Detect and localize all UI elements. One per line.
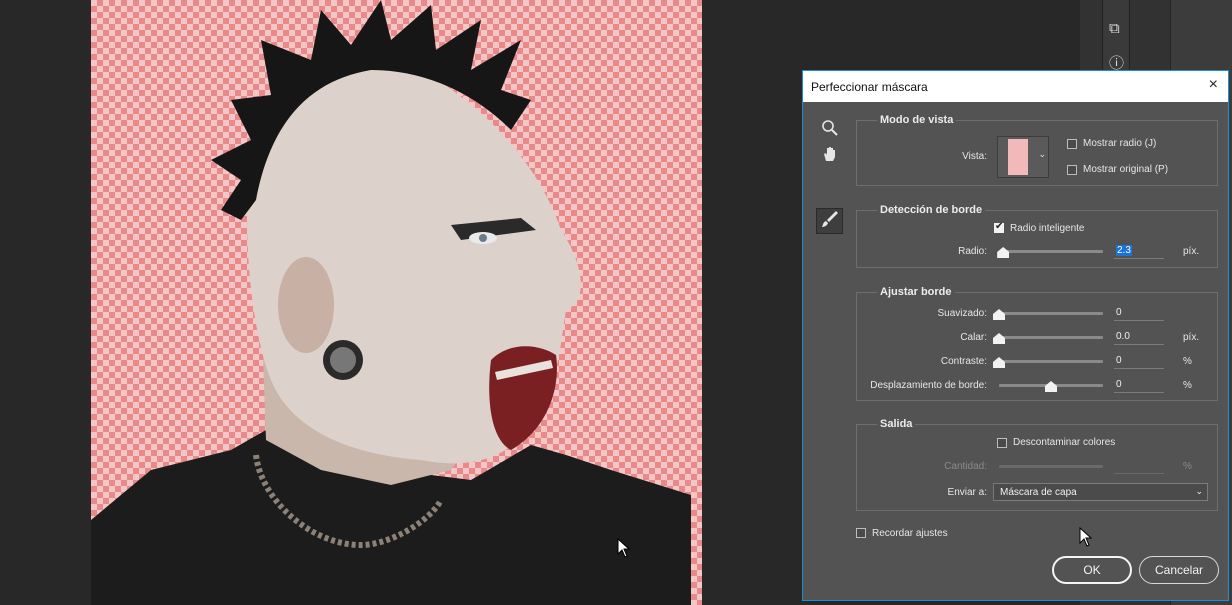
amount-unit: % <box>1183 461 1192 472</box>
decontaminate-label[interactable]: Descontaminar colores <box>1013 437 1115 448</box>
contrast-label: Contraste: <box>940 356 987 367</box>
remember-settings-checkbox[interactable] <box>856 528 866 538</box>
dialog-title: Perfeccionar máscara <box>811 79 928 94</box>
shift-edge-input[interactable]: 0 <box>1114 377 1164 393</box>
amount-input <box>1114 458 1164 474</box>
show-radius-label[interactable]: Mostrar radio (J) <box>1083 138 1156 149</box>
smooth-label: Suavizado: <box>937 308 987 319</box>
adjust-edge-group: Ajustar borde Suavizado: 0 Calar: 0.0 pí… <box>856 286 1218 401</box>
feather-slider-track[interactable] <box>999 336 1103 339</box>
send-to-value: Máscara de capa <box>1000 487 1077 498</box>
edge-detection-legend: Detección de borde <box>877 204 986 216</box>
refine-radius-brush-icon[interactable] <box>816 208 843 234</box>
shift-edge-label: Desplazamiento de borde: <box>870 380 987 391</box>
show-original-label[interactable]: Mostrar original (P) <box>1083 164 1168 175</box>
view-label: Vista: <box>962 151 987 162</box>
refine-mask-dialog: Perfeccionar máscara × Modo de vista Vis… <box>802 70 1229 601</box>
3d-icon[interactable]: ⧉ <box>1109 20 1120 37</box>
view-preview-image <box>1008 139 1028 175</box>
photoshop-workspace: ⧉ ⓘ Perfeccionar máscara × Modo de vista… <box>0 0 1232 605</box>
contrast-unit: % <box>1183 356 1192 367</box>
remember-settings-label[interactable]: Recordar ajustes <box>872 528 948 539</box>
send-to-select[interactable]: Máscara de capa ⌄ <box>993 483 1208 501</box>
ok-button[interactable]: OK <box>1052 556 1132 584</box>
send-to-label: Enviar a: <box>947 487 987 498</box>
contrast-slider-track[interactable] <box>999 360 1103 363</box>
edge-detection-group: Detección de borde Radio inteligente Rad… <box>856 204 1218 268</box>
smooth-input[interactable]: 0 <box>1114 305 1164 321</box>
radius-unit: píx. <box>1183 246 1200 257</box>
adjust-edge-legend: Ajustar borde <box>877 286 955 298</box>
amount-label: Cantidad: <box>944 461 987 472</box>
smooth-slider-track[interactable] <box>999 312 1103 315</box>
panel-icon-column: ⧉ ⓘ <box>1102 0 1130 72</box>
amount-slider-track <box>999 465 1103 468</box>
radius-value: 2.3 <box>1116 245 1132 256</box>
cancel-button[interactable]: Cancelar <box>1139 556 1219 584</box>
chevron-down-icon: ⌄ <box>1195 486 1203 496</box>
feather-unit: píx. <box>1183 332 1200 343</box>
feather-label: Calar: <box>960 332 987 343</box>
show-radius-checkbox[interactable] <box>1067 139 1077 149</box>
dialog-titlebar: Perfeccionar máscara × <box>803 71 1228 102</box>
document-canvas[interactable] <box>91 0 702 605</box>
radius-slider-track[interactable] <box>999 250 1103 253</box>
view-mode-legend: Modo de vista <box>877 114 957 126</box>
output-legend: Salida <box>877 418 916 430</box>
close-icon[interactable]: × <box>1209 76 1218 94</box>
mouse-cursor-icon <box>1079 527 1093 547</box>
decontaminate-checkbox[interactable] <box>997 438 1007 448</box>
radius-input[interactable]: 2.3 <box>1114 243 1164 259</box>
portrait-image <box>91 0 691 605</box>
show-original-checkbox[interactable] <box>1067 165 1077 175</box>
mouse-cursor-icon <box>617 538 631 558</box>
shift-edge-unit: % <box>1183 380 1192 391</box>
feather-input[interactable]: 0.0 <box>1114 329 1164 345</box>
smart-radius-checkbox[interactable] <box>994 221 1004 233</box>
smart-radius-label[interactable]: Radio inteligente <box>1010 223 1085 234</box>
zoom-tool-icon[interactable] <box>817 119 843 143</box>
contrast-input[interactable]: 0 <box>1114 353 1164 369</box>
hand-tool-icon[interactable] <box>817 145 843 169</box>
radius-label: Radio: <box>958 246 987 257</box>
output-group: Salida Descontaminar colores Cantidad: %… <box>856 418 1218 511</box>
chevron-down-icon: ⌄ <box>1038 149 1046 159</box>
view-thumbnail-dropdown[interactable]: ⌄ <box>997 136 1049 178</box>
view-mode-group: Modo de vista Vista: ⌄ Mostrar radio (J)… <box>856 114 1218 186</box>
